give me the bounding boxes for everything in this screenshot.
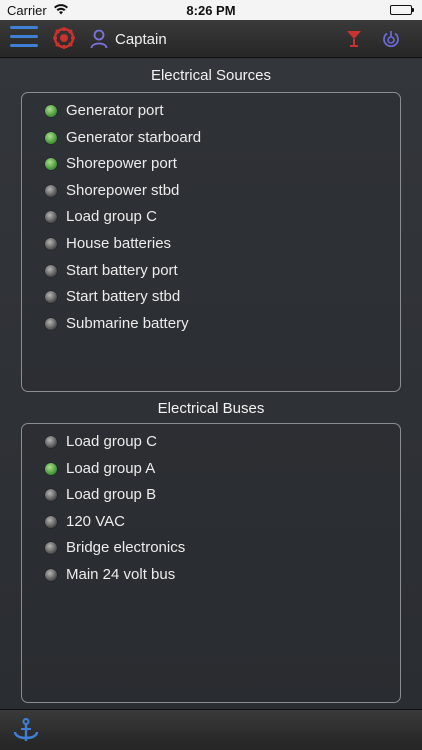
list-item-label: Generator port <box>66 102 164 119</box>
list-item-label: Load group C <box>66 208 157 226</box>
list-item-label: Start battery port <box>66 261 178 279</box>
list-item-label: Load group A <box>66 459 156 477</box>
list-item-label: Generator starboard <box>66 128 202 146</box>
list-item-label: Shorepower stbd <box>66 181 180 199</box>
user-icon[interactable] <box>90 29 108 54</box>
status-led-on-icon <box>45 158 57 171</box>
alert-icon[interactable] <box>345 29 363 54</box>
main-content: Electrical Sources Generator port Generat… <box>0 59 422 709</box>
list-item-label: Load group C <box>66 433 157 450</box>
list-item-label: Main 24 volt bus <box>66 566 176 583</box>
status-led-off-icon <box>45 489 57 502</box>
buses-panel: Load group C Load group A Load group B 120 … <box>21 423 401 703</box>
status-led-off-icon <box>45 264 57 277</box>
nav-bar: Captain <box>0 20 422 58</box>
list-item-label: Start battery stbd <box>66 288 181 306</box>
status-led-off-icon <box>45 184 57 197</box>
list-item-label: House batteries <box>66 235 172 252</box>
status-led-on-icon <box>45 131 57 144</box>
user-name[interactable]: Captain <box>115 31 167 48</box>
list-item-label: 120 VAC <box>66 512 125 530</box>
status-bar: Carrier 8:26 PM <box>0 0 422 20</box>
status-led-off-icon <box>45 569 57 581</box>
power-icon[interactable] <box>381 29 401 54</box>
sources-title: Electrical Sources <box>150 67 272 84</box>
status-time: 8:26 PM <box>186 3 236 18</box>
status-led-off-icon <box>45 542 57 555</box>
list-item-label: Bridge electronics <box>66 539 186 557</box>
status-led-on-icon <box>45 105 57 117</box>
status-led-off-icon <box>45 436 57 448</box>
list-item-label: Shorepower port <box>66 155 177 173</box>
logo-icon[interactable] <box>52 26 76 55</box>
status-led-off-icon <box>45 211 57 224</box>
status-led-off-icon <box>45 515 57 528</box>
menu-icon[interactable] <box>10 26 38 50</box>
status-led-off-icon <box>45 317 57 330</box>
sources-panel: Generator port Generator starboard Shorepo… <box>21 92 401 392</box>
battery-icon <box>390 5 414 15</box>
list-item-label: Submarine battery <box>66 314 189 332</box>
buses-title: Electrical Buses <box>157 400 265 417</box>
status-led-off-icon <box>45 238 57 250</box>
status-led-on-icon <box>45 462 57 475</box>
bottom-bar <box>0 709 422 750</box>
list-item-label: Load group B <box>66 486 157 504</box>
anchor-icon[interactable] <box>12 718 40 749</box>
status-led-off-icon <box>45 291 57 304</box>
